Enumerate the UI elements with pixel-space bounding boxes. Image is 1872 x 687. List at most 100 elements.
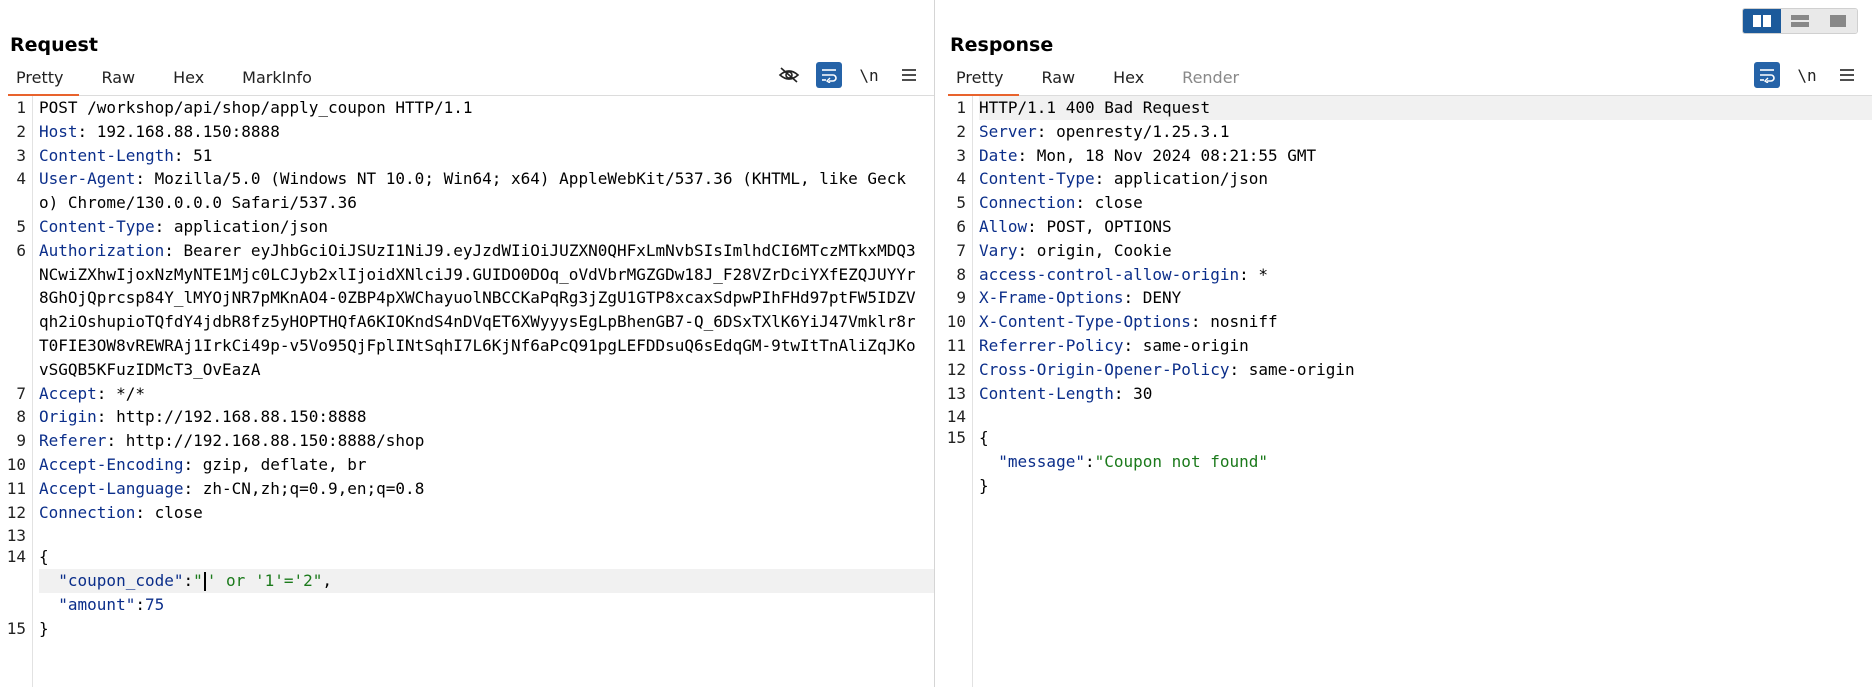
line-number: 11 xyxy=(946,335,966,355)
text-caret xyxy=(203,572,206,592)
header-key: Referer xyxy=(39,431,107,451)
header-key: Content-Type xyxy=(979,169,1095,189)
json-close-brace: } xyxy=(39,618,49,638)
line-number: 4 xyxy=(956,169,966,189)
line-number: 5 xyxy=(956,193,966,213)
header-line: Referrer-Policy: same-origin xyxy=(979,335,1249,355)
header-value: Mozilla/5.0 (Windows NT 10.0; Win64; x64… xyxy=(39,169,906,213)
header-value: Mon, 18 Nov 2024 08:21:55 GMT xyxy=(1036,145,1317,165)
header-key: Server xyxy=(979,121,1037,141)
header-key: User-Agent xyxy=(39,169,136,189)
line-number: 6 xyxy=(16,240,26,260)
line-number: 15 xyxy=(946,428,966,448)
line-number: 13 xyxy=(946,383,966,403)
header-value: same-origin xyxy=(1142,335,1249,355)
response-tab-raw[interactable]: Raw xyxy=(1033,64,1091,94)
header-line: Connection: close xyxy=(979,193,1143,213)
line-number: 9 xyxy=(16,431,26,451)
header-line: Accept-Language: zh-CN,zh;q=0.9,en;q=0.8 xyxy=(39,478,425,498)
request-tab-raw[interactable]: Raw xyxy=(93,64,151,94)
request-tab-hex[interactable]: Hex xyxy=(165,64,220,94)
code-line: 1 HTTP/1.1 400 Bad Request xyxy=(940,96,1872,120)
response-tab-pretty[interactable]: Pretty xyxy=(948,64,1020,96)
header-key: Accept xyxy=(39,383,97,403)
menu-icon[interactable] xyxy=(1834,62,1860,88)
header-value: application/json xyxy=(1113,169,1268,189)
header-key: Vary xyxy=(979,240,1018,260)
header-line: Accept: */* xyxy=(39,383,145,403)
header-key: Connection xyxy=(39,502,136,522)
header-value: application/json xyxy=(173,216,328,236)
header-line: Referer: http://192.168.88.150:8888/shop xyxy=(39,431,425,451)
code-line: 14 xyxy=(940,405,1872,426)
response-pane: Response Pretty Raw Hex Render \n 1 HTTP/… xyxy=(940,0,1872,687)
newline-toggle[interactable]: \n xyxy=(1794,62,1820,88)
request-title: Request xyxy=(10,34,98,56)
line-number: 2 xyxy=(16,121,26,141)
newline-toggle[interactable]: \n xyxy=(856,62,882,88)
line-number: 14 xyxy=(6,547,26,567)
line-number: 11 xyxy=(6,478,26,498)
code-text: { xyxy=(979,428,989,448)
eye-off-icon[interactable] xyxy=(776,62,802,88)
line-number: 10 xyxy=(6,454,26,474)
header-key: Connection xyxy=(979,193,1076,213)
request-body-line: "coupon_code":" ' or '1'='2", xyxy=(0,569,934,593)
header-value: origin, Cookie xyxy=(1036,240,1172,260)
line-number: 1 xyxy=(956,98,966,117)
code-text: POST /workshop/api/shop/apply_coupon HTT… xyxy=(39,98,473,117)
wrap-icon[interactable] xyxy=(1754,62,1780,88)
line-number: 15 xyxy=(6,618,26,638)
code-line: 10 X-Content-Type-Options: nosniff xyxy=(940,310,1872,334)
header-line: Content-Length: 51 xyxy=(39,145,213,165)
header-key: Origin xyxy=(39,407,97,427)
header-line: Allow: POST, OPTIONS xyxy=(979,216,1172,236)
json-close-brace: } xyxy=(979,475,989,495)
header-line: Date: Mon, 18 Nov 2024 08:21:55 GMT xyxy=(979,145,1317,165)
code-text: { xyxy=(39,547,49,567)
request-editor[interactable]: 1 POST /workshop/api/shop/apply_coupon HT… xyxy=(0,96,934,687)
code-line: 8 Origin: http://192.168.88.150:8888 xyxy=(0,405,934,429)
message-value: "Coupon not found" xyxy=(1094,452,1268,472)
header-key: Cross-Origin-Opener-Policy xyxy=(979,359,1230,379)
request-body-line: 15 } xyxy=(0,617,934,641)
coupon-code-key: "coupon_code" xyxy=(58,571,184,591)
header-key: Accept-Language xyxy=(39,478,184,498)
header-key: Date xyxy=(979,145,1018,165)
code-line: 3 Date: Mon, 18 Nov 2024 08:21:55 GMT xyxy=(940,144,1872,168)
header-value: http://192.168.88.150:8888 xyxy=(116,407,367,427)
header-line: X-Frame-Options: DENY xyxy=(979,288,1182,308)
line-number: 1 xyxy=(16,98,26,117)
line-number: 9 xyxy=(956,288,966,308)
response-editor[interactable]: 1 HTTP/1.1 400 Bad Request 2 Server: openre… xyxy=(940,96,1872,687)
line-number: 14 xyxy=(946,407,966,427)
code-text: HTTP/1.1 400 Bad Request xyxy=(979,96,1872,120)
header-line: Content-Type: application/json xyxy=(39,216,328,236)
header-key: access-control-allow-origin xyxy=(979,264,1240,284)
menu-icon[interactable] xyxy=(896,62,922,88)
code-line: 2 Host: 192.168.88.150:8888 xyxy=(0,120,934,144)
code-line: 8 access-control-allow-origin: * xyxy=(940,263,1872,287)
response-tab-hex[interactable]: Hex xyxy=(1105,64,1160,94)
header-value: 51 xyxy=(193,145,213,165)
code-line: 6 Allow: POST, OPTIONS xyxy=(940,215,1872,239)
header-line: User-Agent: Mozilla/5.0 (Windows NT 10.0… xyxy=(39,169,906,213)
code-line: 5 Connection: close xyxy=(940,191,1872,215)
line-number: 3 xyxy=(16,145,26,165)
line-number: 12 xyxy=(6,502,26,522)
header-key: Authorization xyxy=(39,240,165,260)
response-tab-render[interactable]: Render xyxy=(1174,64,1255,94)
wrap-icon[interactable] xyxy=(816,62,842,88)
request-body-line: "amount":75 xyxy=(58,594,165,614)
coupon-code-open: " xyxy=(193,571,203,591)
request-tab-pretty[interactable]: Pretty xyxy=(8,64,80,96)
request-tab-markinfo[interactable]: MarkInfo xyxy=(234,64,328,94)
code-line: 11 Accept-Language: zh-CN,zh;q=0.9,en;q=0… xyxy=(0,477,934,501)
request-tools: \n xyxy=(776,62,922,88)
code-line: 11 Referrer-Policy: same-origin xyxy=(940,334,1872,358)
line-number: 8 xyxy=(16,407,26,427)
code-line: 4 User-Agent: Mozilla/5.0 (Windows NT 10.… xyxy=(0,167,934,215)
code-line: 12 Connection: close xyxy=(0,501,934,525)
header-line: access-control-allow-origin: * xyxy=(979,264,1268,284)
